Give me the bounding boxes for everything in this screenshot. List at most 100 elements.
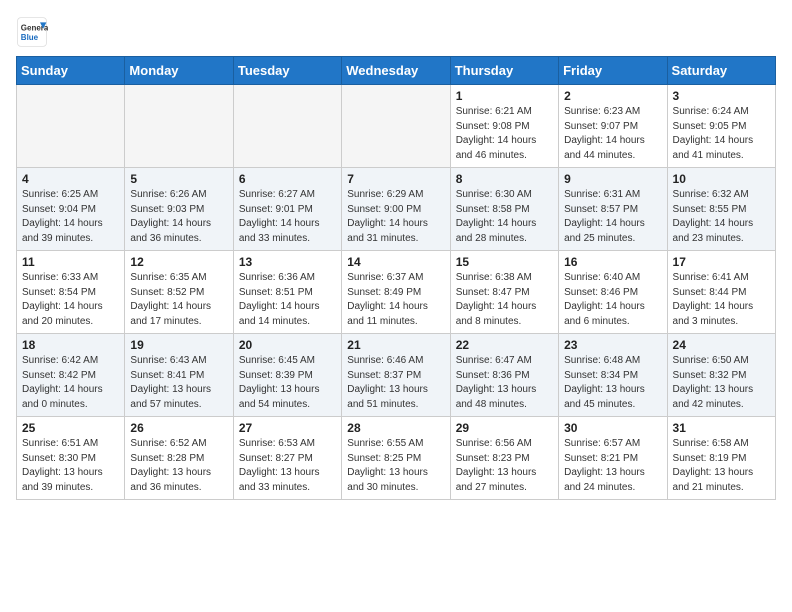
day-number: 8 — [456, 172, 553, 186]
day-number: 29 — [456, 421, 553, 435]
day-number: 20 — [239, 338, 336, 352]
day-info: Sunrise: 6:27 AM Sunset: 9:01 PM Dayligh… — [239, 188, 336, 246]
day-cell: 14 Sunrise: 6:37 AM Sunset: 8:49 PM Dayli… — [342, 251, 450, 334]
day-info: Sunrise: 6:38 AM Sunset: 8:47 PM Dayligh… — [456, 271, 553, 329]
day-number: 28 — [347, 421, 444, 435]
day-cell: 26 Sunrise: 6:52 AM Sunset: 8:28 PM Dayli… — [125, 417, 233, 500]
calendar: SundayMondayTuesdayWednesdayThursdayFrid… — [16, 56, 776, 500]
week-row-3: 11Sunrise: 6:33 AM Sunset: 8:54 PM Dayli… — [17, 251, 776, 334]
day-number: 30 — [564, 421, 661, 435]
weekday-header-wednesday: Wednesday — [342, 57, 450, 85]
day-cell: 13 Sunrise: 6:36 AM Sunset: 8:51 PM Dayli… — [233, 251, 341, 334]
day-info: Sunrise: 6:35 AM Sunset: 8:52 PM Dayligh… — [130, 271, 227, 329]
day-info: Sunrise: 6:23 AM Sunset: 9:07 PM Dayligh… — [564, 105, 661, 163]
weekday-header-saturday: Saturday — [667, 57, 775, 85]
day-info: Sunrise: 6:21 AM Sunset: 9:08 PM Dayligh… — [456, 105, 553, 163]
day-cell: 8 Sunrise: 6:30 AM Sunset: 8:58 PM Daylig… — [450, 168, 558, 251]
day-info: Sunrise: 6:26 AM Sunset: 9:03 PM Dayligh… — [130, 188, 227, 246]
day-number: 1 — [456, 89, 553, 103]
day-cell — [342, 85, 450, 168]
day-cell: 30 Sunrise: 6:57 AM Sunset: 8:21 PM Dayli… — [559, 417, 667, 500]
day-number: 3 — [673, 89, 770, 103]
day-cell: 25 Sunrise: 6:51 AM Sunset: 8:30 PM Dayli… — [17, 417, 125, 500]
day-info: Sunrise: 6:48 AM Sunset: 8:34 PM Dayligh… — [564, 354, 661, 412]
day-info: Sunrise: 6:58 AM Sunset: 8:19 PM Dayligh… — [673, 437, 770, 495]
day-cell: 12Sunrise: 6:35 AM Sunset: 8:52 PM Dayli… — [125, 251, 233, 334]
day-info: Sunrise: 6:46 AM Sunset: 8:37 PM Dayligh… — [347, 354, 444, 412]
day-info: Sunrise: 6:32 AM Sunset: 8:55 PM Dayligh… — [673, 188, 770, 246]
day-info: Sunrise: 6:31 AM Sunset: 8:57 PM Dayligh… — [564, 188, 661, 246]
day-cell: 2 Sunrise: 6:23 AM Sunset: 9:07 PM Daylig… — [559, 85, 667, 168]
day-cell — [125, 85, 233, 168]
day-info: Sunrise: 6:29 AM Sunset: 9:00 PM Dayligh… — [347, 188, 444, 246]
day-cell: 24 Sunrise: 6:50 AM Sunset: 8:32 PM Dayli… — [667, 334, 775, 417]
day-number: 14 — [347, 255, 444, 269]
day-cell: 23Sunrise: 6:48 AM Sunset: 8:34 PM Dayli… — [559, 334, 667, 417]
day-info: Sunrise: 6:42 AM Sunset: 8:42 PM Dayligh… — [22, 354, 119, 412]
week-row-1: 1 Sunrise: 6:21 AM Sunset: 9:08 PM Daylig… — [17, 85, 776, 168]
day-number: 22 — [456, 338, 553, 352]
day-number: 27 — [239, 421, 336, 435]
day-info: Sunrise: 6:24 AM Sunset: 9:05 PM Dayligh… — [673, 105, 770, 163]
day-info: Sunrise: 6:55 AM Sunset: 8:25 PM Dayligh… — [347, 437, 444, 495]
logo: General Blue — [16, 16, 52, 48]
day-info: Sunrise: 6:56 AM Sunset: 8:23 PM Dayligh… — [456, 437, 553, 495]
day-number: 13 — [239, 255, 336, 269]
week-row-2: 4Sunrise: 6:25 AM Sunset: 9:04 PM Daylig… — [17, 168, 776, 251]
day-cell: 3 Sunrise: 6:24 AM Sunset: 9:05 PM Daylig… — [667, 85, 775, 168]
day-number: 15 — [456, 255, 553, 269]
day-info: Sunrise: 6:36 AM Sunset: 8:51 PM Dayligh… — [239, 271, 336, 329]
day-info: Sunrise: 6:30 AM Sunset: 8:58 PM Dayligh… — [456, 188, 553, 246]
day-cell: 15 Sunrise: 6:38 AM Sunset: 8:47 PM Dayli… — [450, 251, 558, 334]
day-info: Sunrise: 6:33 AM Sunset: 8:54 PM Dayligh… — [22, 271, 119, 329]
weekday-header-tuesday: Tuesday — [233, 57, 341, 85]
week-row-5: 25 Sunrise: 6:51 AM Sunset: 8:30 PM Dayli… — [17, 417, 776, 500]
day-info: Sunrise: 6:45 AM Sunset: 8:39 PM Dayligh… — [239, 354, 336, 412]
weekday-header-monday: Monday — [125, 57, 233, 85]
day-number: 26 — [130, 421, 227, 435]
day-cell: 16 Sunrise: 6:40 AM Sunset: 8:46 PM Dayli… — [559, 251, 667, 334]
weekday-header-row: SundayMondayTuesdayWednesdayThursdayFrid… — [17, 57, 776, 85]
day-number: 21 — [347, 338, 444, 352]
day-number: 17 — [673, 255, 770, 269]
day-number: 25 — [22, 421, 119, 435]
day-cell: 10Sunrise: 6:32 AM Sunset: 8:55 PM Dayli… — [667, 168, 775, 251]
day-number: 31 — [673, 421, 770, 435]
day-number: 19 — [130, 338, 227, 352]
day-cell: 28 Sunrise: 6:55 AM Sunset: 8:25 PM Dayli… — [342, 417, 450, 500]
day-info: Sunrise: 6:53 AM Sunset: 8:27 PM Dayligh… — [239, 437, 336, 495]
day-cell: 20 Sunrise: 6:45 AM Sunset: 8:39 PM Dayli… — [233, 334, 341, 417]
day-cell — [233, 85, 341, 168]
day-cell — [17, 85, 125, 168]
day-info: Sunrise: 6:25 AM Sunset: 9:04 PM Dayligh… — [22, 188, 119, 246]
day-number: 2 — [564, 89, 661, 103]
day-info: Sunrise: 6:40 AM Sunset: 8:46 PM Dayligh… — [564, 271, 661, 329]
day-number: 6 — [239, 172, 336, 186]
day-cell: 5 Sunrise: 6:26 AM Sunset: 9:03 PM Daylig… — [125, 168, 233, 251]
day-cell: 22 Sunrise: 6:47 AM Sunset: 8:36 PM Dayli… — [450, 334, 558, 417]
day-info: Sunrise: 6:50 AM Sunset: 8:32 PM Dayligh… — [673, 354, 770, 412]
day-info: Sunrise: 6:52 AM Sunset: 8:28 PM Dayligh… — [130, 437, 227, 495]
day-number: 16 — [564, 255, 661, 269]
day-cell: 31 Sunrise: 6:58 AM Sunset: 8:19 PM Dayli… — [667, 417, 775, 500]
day-cell: 19 Sunrise: 6:43 AM Sunset: 8:41 PM Dayli… — [125, 334, 233, 417]
day-cell: 1 Sunrise: 6:21 AM Sunset: 9:08 PM Daylig… — [450, 85, 558, 168]
day-number: 9 — [564, 172, 661, 186]
day-info: Sunrise: 6:47 AM Sunset: 8:36 PM Dayligh… — [456, 354, 553, 412]
day-number: 5 — [130, 172, 227, 186]
header: General Blue — [16, 16, 776, 48]
day-cell: 29 Sunrise: 6:56 AM Sunset: 8:23 PM Dayli… — [450, 417, 558, 500]
day-info: Sunrise: 6:57 AM Sunset: 8:21 PM Dayligh… — [564, 437, 661, 495]
day-number: 18 — [22, 338, 119, 352]
day-cell: 17Sunrise: 6:41 AM Sunset: 8:44 PM Dayli… — [667, 251, 775, 334]
day-info: Sunrise: 6:43 AM Sunset: 8:41 PM Dayligh… — [130, 354, 227, 412]
weekday-header-thursday: Thursday — [450, 57, 558, 85]
logo-icon: General Blue — [16, 16, 48, 48]
day-info: Sunrise: 6:37 AM Sunset: 8:49 PM Dayligh… — [347, 271, 444, 329]
day-number: 24 — [673, 338, 770, 352]
day-info: Sunrise: 6:51 AM Sunset: 8:30 PM Dayligh… — [22, 437, 119, 495]
day-cell: 4Sunrise: 6:25 AM Sunset: 9:04 PM Daylig… — [17, 168, 125, 251]
weekday-header-friday: Friday — [559, 57, 667, 85]
day-number: 7 — [347, 172, 444, 186]
weekday-header-sunday: Sunday — [17, 57, 125, 85]
